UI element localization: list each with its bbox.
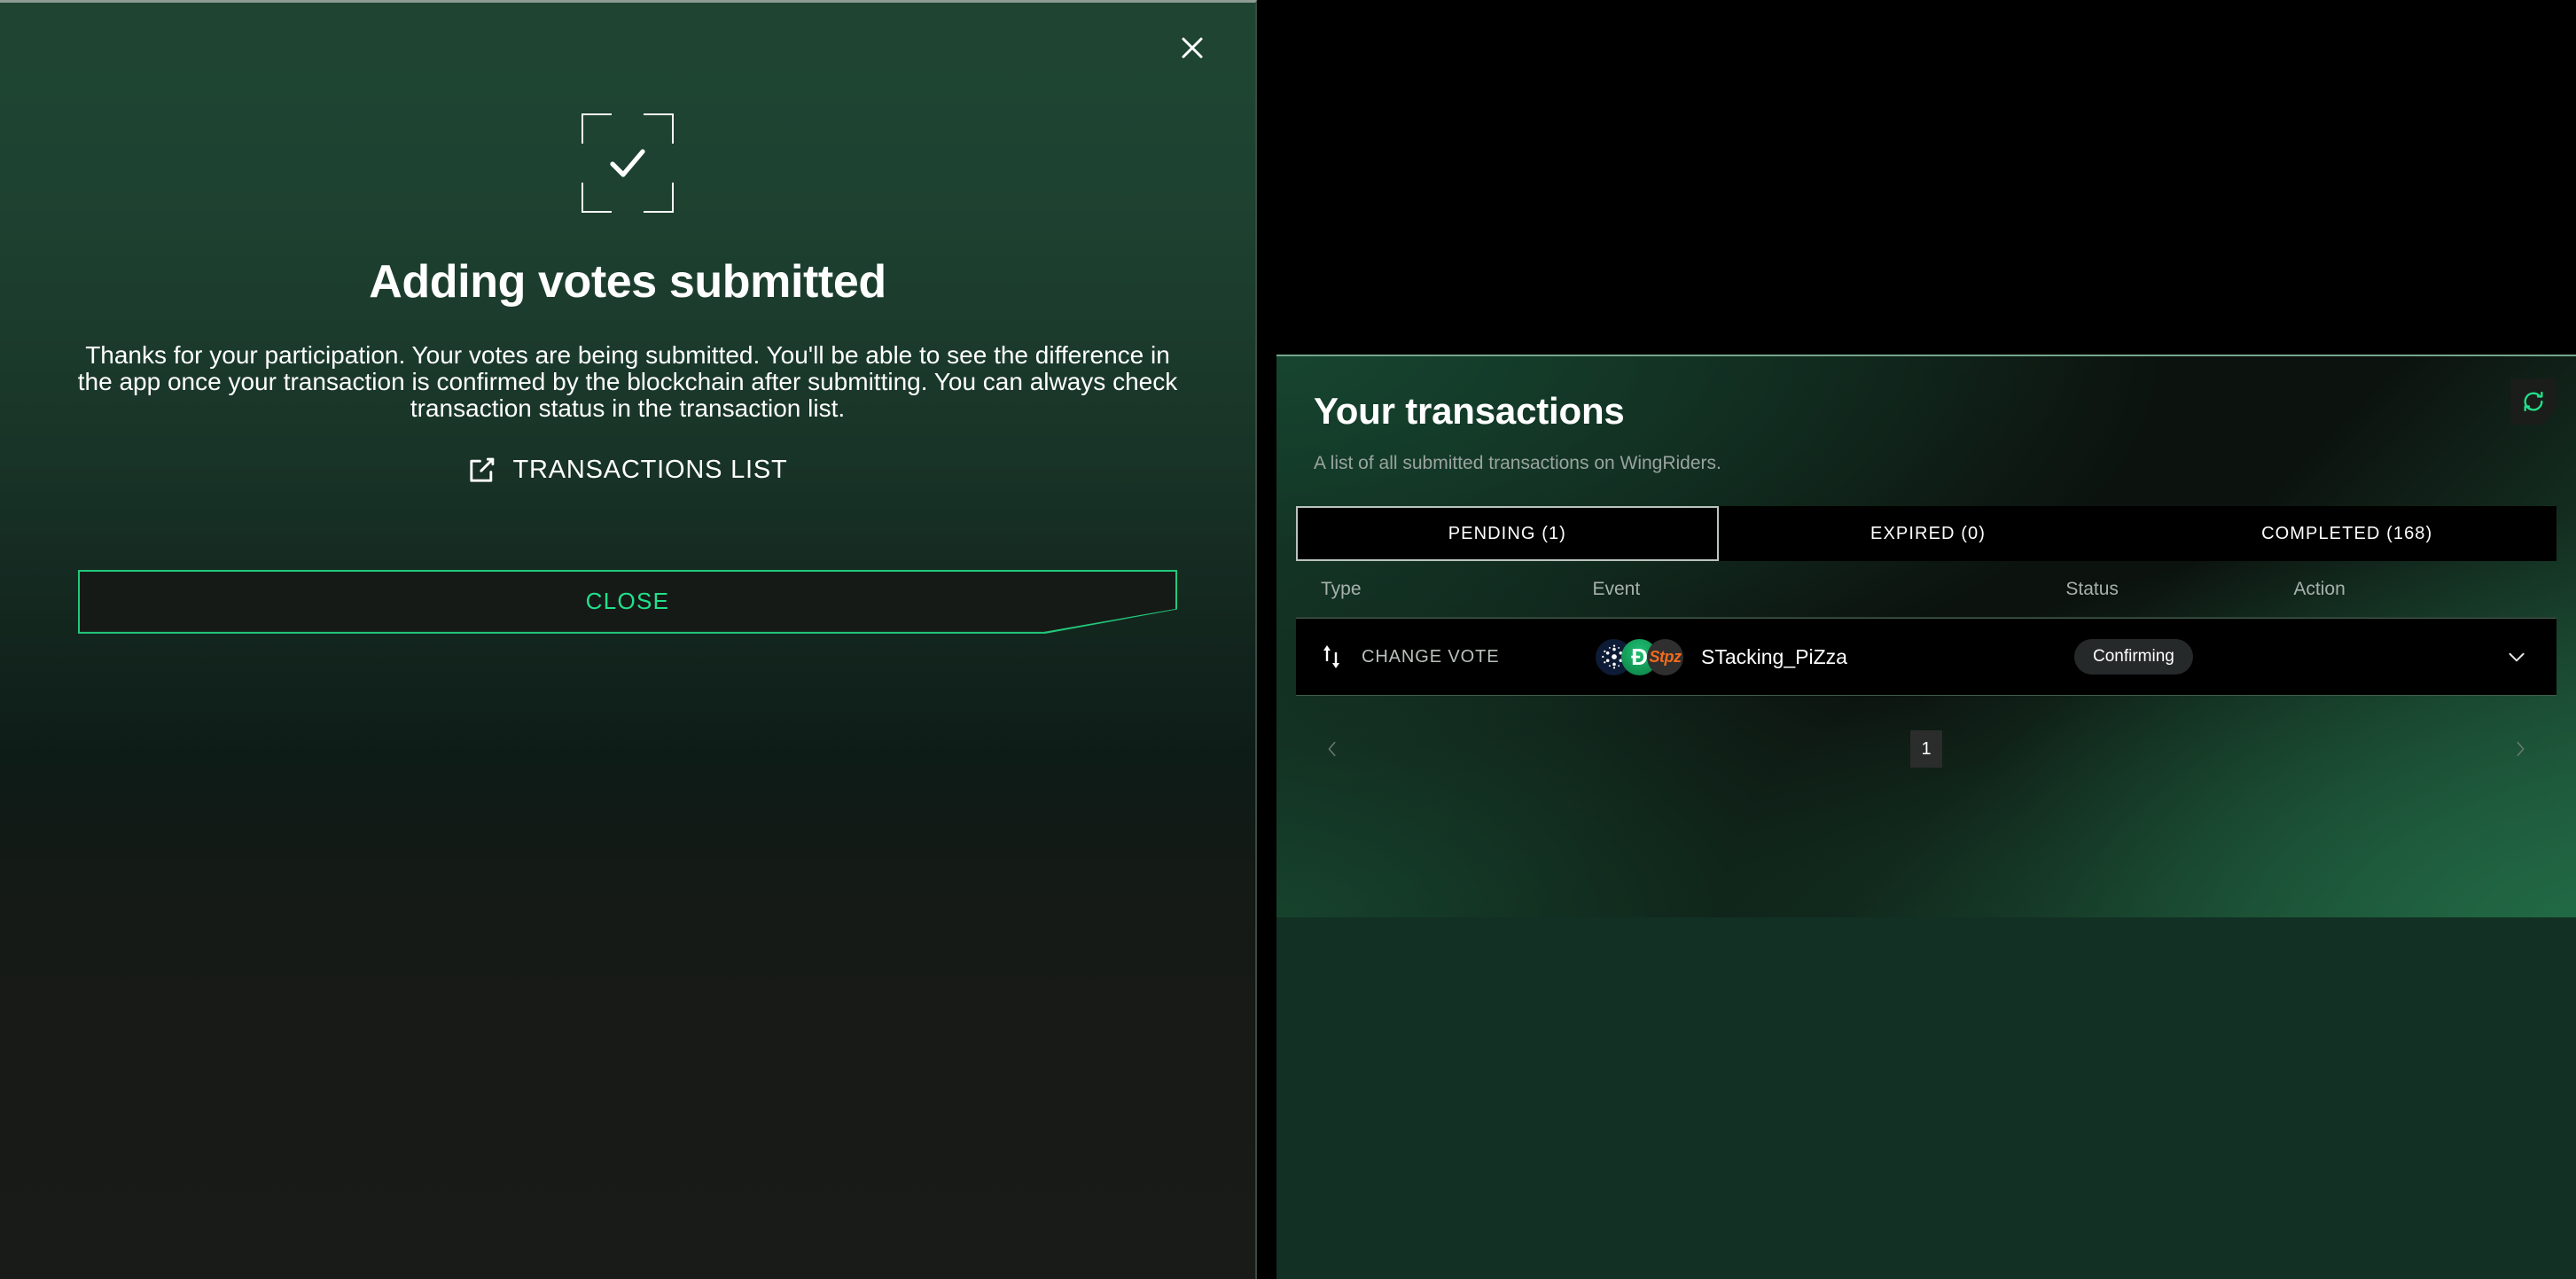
row-type-cell: CHANGE VOTE: [1321, 643, 1596, 670]
tab-completed[interactable]: COMPLETED (168): [2137, 506, 2557, 562]
modal-content: Adding votes submitted Thanks for your p…: [0, 3, 1255, 634]
transactions-list-link-label: TRANSACTIONS LIST: [512, 455, 788, 484]
transactions-table: Type Event Status Action CHANGE VOTE Ð S…: [1296, 561, 2556, 697]
transactions-list-link[interactable]: TRANSACTIONS LIST: [467, 456, 787, 485]
status-badge: Confirming: [2074, 639, 2193, 675]
close-button-label: CLOSE: [585, 588, 670, 615]
success-check-icon: [582, 113, 674, 213]
row-event-name: STacking_PiZza: [1701, 644, 1847, 668]
table-row[interactable]: CHANGE VOTE Ð Stpz STacking_PiZza Confir…: [1296, 618, 2556, 697]
pagination-pages: 1: [1910, 730, 1942, 768]
tab-expired[interactable]: EXPIRED (0): [1718, 506, 2138, 562]
row-action-cell: [2305, 645, 2556, 668]
chevron-right-icon[interactable]: [2509, 734, 2532, 764]
transactions-tabs: PENDING (1) EXPIRED (0) COMPLETED (168): [1296, 506, 2557, 562]
tab-pending[interactable]: PENDING (1): [1296, 506, 1719, 562]
page-background-lower: [1276, 917, 2576, 1279]
app-root: Adding votes submitted Thanks for your p…: [0, 0, 2576, 1279]
token-icon-stack: Ð Stpz: [1596, 638, 1683, 675]
column-header-type: Type: [1321, 578, 1362, 599]
dogecoin-glyph: Ð: [1631, 643, 1648, 671]
transactions-subtitle: A list of all submitted transactions on …: [1314, 453, 1721, 474]
chevron-down-icon[interactable]: [2505, 645, 2528, 668]
column-header-event: Event: [1592, 578, 1641, 599]
chevron-left-icon[interactable]: [1321, 734, 1344, 764]
transaction-submitted-modal: Adding votes submitted Thanks for your p…: [0, 0, 1257, 1279]
tab-pending-label: PENDING (1): [1448, 523, 1566, 543]
tab-expired-label: EXPIRED (0): [1870, 523, 1986, 543]
swap-vertical-icon: [1323, 645, 1339, 669]
tab-completed-label: COMPLETED (168): [2261, 523, 2433, 543]
transactions-panel-header: Your transactions A list of all submitte…: [1276, 356, 2576, 474]
stpz-icon: Stpz: [1647, 638, 1683, 675]
page-title: Adding votes submitted: [369, 256, 886, 308]
close-button[interactable]: CLOSE: [78, 569, 1177, 634]
refresh-icon: [2524, 391, 2543, 412]
pagination: 1: [1296, 722, 2556, 776]
column-header-status: Status: [2065, 578, 2119, 599]
row-status-cell: Confirming: [2074, 639, 2305, 675]
pagination-page-1[interactable]: 1: [1910, 730, 1942, 768]
stpz-glyph: Stpz: [1649, 647, 1682, 666]
row-type-label: CHANGE VOTE: [1362, 646, 1500, 667]
column-header-action: Action: [2293, 578, 2346, 599]
transactions-title: Your transactions: [1314, 390, 1625, 432]
external-link-icon: [470, 457, 495, 482]
modal-body-text: Thanks for your participation. Your vote…: [77, 341, 1178, 422]
right-background: Your transactions A list of all submitte…: [1257, 0, 2576, 1279]
table-header-row: Type Event Status Action: [1296, 561, 2556, 619]
your-transactions-panel: Your transactions A list of all submitte…: [1276, 355, 2576, 917]
row-event-cell: Ð Stpz STacking_PiZza: [1596, 638, 2074, 675]
